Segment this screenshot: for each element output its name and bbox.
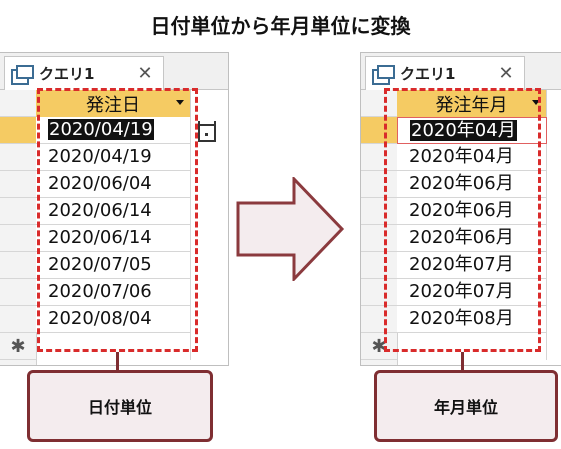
tab-query1[interactable]: クエリ1 ✕ bbox=[4, 56, 164, 90]
tab-query1[interactable]: クエリ1 ✕ bbox=[365, 56, 525, 90]
tab-label: クエリ1 bbox=[400, 65, 456, 83]
caption-year-month-unit: 年月単位 bbox=[374, 370, 558, 442]
tab-label: クエリ1 bbox=[39, 65, 95, 83]
right-arrow-icon bbox=[236, 177, 345, 281]
record-selector[interactable] bbox=[0, 306, 36, 333]
query-table-icon bbox=[372, 64, 395, 85]
tab-bar: クエリ1 ✕ bbox=[361, 53, 561, 90]
record-selector[interactable] bbox=[0, 198, 36, 225]
select-all-corner[interactable] bbox=[0, 90, 36, 117]
caption-label: 年月単位 bbox=[433, 398, 498, 417]
record-selector[interactable] bbox=[0, 225, 36, 252]
record-selector[interactable] bbox=[0, 252, 36, 279]
record-selector[interactable] bbox=[0, 279, 36, 306]
record-selector[interactable] bbox=[0, 171, 36, 198]
page-title: 日付単位から年月単位に変換 bbox=[150, 14, 411, 38]
close-icon[interactable]: ✕ bbox=[135, 63, 155, 84]
highlight-dashed-frame bbox=[37, 88, 198, 352]
query-table-icon bbox=[11, 64, 34, 85]
caption-date-unit: 日付単位 bbox=[27, 370, 213, 442]
new-record-marker[interactable]: ✱ bbox=[0, 333, 36, 360]
highlight-dashed-frame bbox=[384, 88, 541, 352]
current-record-selector[interactable] bbox=[0, 117, 36, 144]
connector-line bbox=[461, 352, 464, 370]
connector-line bbox=[116, 352, 119, 370]
calendar-icon[interactable] bbox=[198, 121, 216, 142]
caption-label: 日付単位 bbox=[87, 398, 152, 417]
record-selector[interactable] bbox=[0, 144, 36, 171]
close-icon[interactable]: ✕ bbox=[496, 63, 516, 84]
tab-bar: クエリ1 ✕ bbox=[0, 53, 228, 90]
